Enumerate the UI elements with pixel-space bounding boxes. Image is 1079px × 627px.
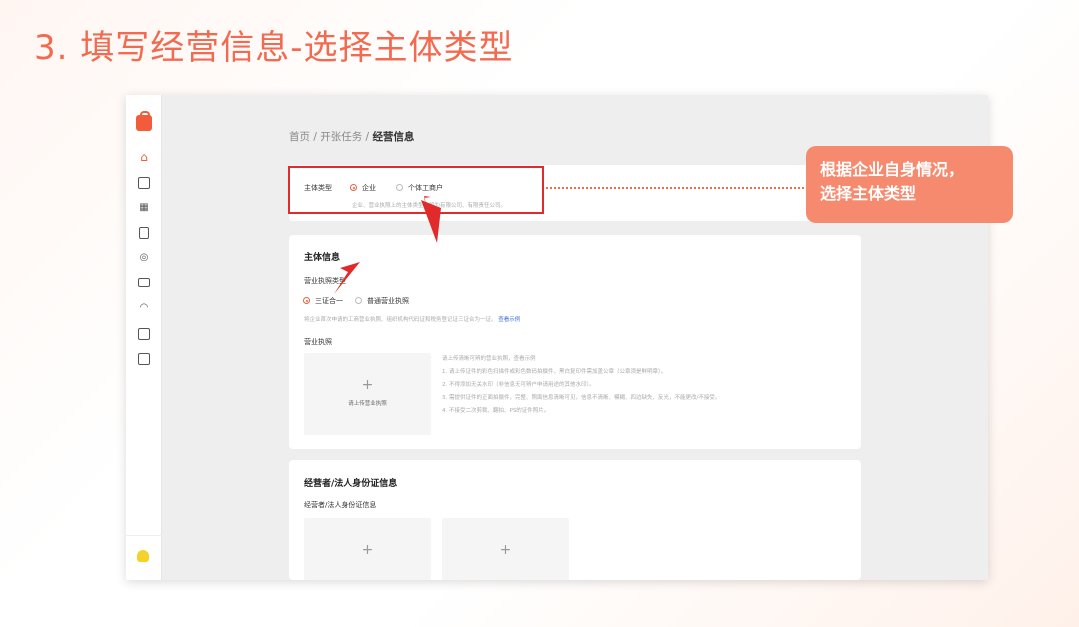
option-three-in-one-label[interactable]: 三证合一 — [315, 296, 343, 306]
headset-icon[interactable]: ◠ — [138, 302, 150, 314]
breadcrumb-separator: / — [362, 131, 373, 143]
radio-three-in-one[interactable] — [303, 297, 310, 304]
breadcrumb-separator: / — [310, 131, 321, 143]
image-icon[interactable] — [138, 353, 150, 365]
rule-item: 3. 需提供证件的正面拍摄件，完整、照面信息清晰可见，信息不清晰、模糊、四边缺失… — [442, 395, 721, 401]
callout-connector — [546, 187, 808, 189]
bell-icon[interactable] — [137, 550, 149, 562]
highlight-box — [288, 166, 544, 214]
upload-label: 请上传营业执照 — [348, 401, 387, 407]
breadcrumb: 首页 / 开张任务 / 经营信息 — [289, 129, 414, 144]
id-front-upload-box[interactable]: + — [304, 518, 431, 580]
breadcrumb-home[interactable]: 首页 — [289, 131, 310, 143]
sidebar-divider — [126, 535, 162, 536]
breadcrumb-task[interactable]: 开张任务 — [320, 131, 362, 143]
callout-line-2: 选择主体类型 — [820, 184, 917, 203]
license-label: 营业执照 — [304, 338, 332, 346]
option-ordinary-license-label[interactable]: 普通营业执照 — [367, 296, 409, 306]
location-icon[interactable]: ◎ — [138, 252, 150, 264]
plus-icon: + — [361, 377, 374, 393]
callout-line-1: 根据企业自身情况， — [820, 160, 965, 179]
license-upload-box[interactable]: + 请上传营业执照 — [304, 353, 431, 435]
video-icon[interactable] — [138, 278, 150, 287]
license-hint-text: 将企业首次申请的工商营业执照、组织机构代码证和税务登记证三证合为一证。 — [304, 317, 497, 323]
plus-icon: + — [361, 542, 374, 558]
document-icon[interactable] — [139, 227, 149, 239]
id-back-upload-box[interactable]: + — [442, 518, 569, 580]
grid-icon[interactable]: ▦ — [138, 202, 150, 214]
license-type-label: 营业执照类型 — [304, 277, 346, 285]
home-icon[interactable]: ⌂ — [138, 151, 150, 163]
breadcrumb-current: 经营信息 — [372, 131, 415, 143]
slide-title: 3. 填写经营信息-选择主体类型 — [34, 28, 514, 68]
legal-person-sub-label: 经营者/法人身份证信息 — [304, 501, 377, 509]
rules-title: 请上传清晰可辨的营业执照，查看示例 — [442, 356, 536, 362]
rule-item: 1. 请上传证件的彩色扫描件或彩色数码拍摄件，黑白复印件需加盖公章（公章须是鲜明… — [442, 369, 667, 375]
radio-ordinary-license[interactable] — [355, 297, 362, 304]
callout-box: 根据企业自身情况， 选择主体类型 — [806, 146, 1013, 223]
subject-info-title: 主体信息 — [304, 253, 341, 263]
rule-item: 4. 不接受二次剪裁、翻拍、PS的证件照片。 — [442, 408, 550, 414]
coupon-icon[interactable] — [138, 328, 150, 340]
plus-icon: + — [499, 542, 512, 558]
legal-person-title: 经营者/法人身份证信息 — [304, 479, 398, 489]
rule-item: 2. 不得添加无关水印（非信息无可辨户申请用途的其他水印）。 — [442, 382, 595, 388]
inbox-icon[interactable] — [138, 177, 150, 189]
sidebar: ⌂ ▦ ◎ ◠ — [126, 95, 162, 580]
view-example-link[interactable]: 查看示例 — [498, 317, 520, 323]
license-hint: 将企业首次申请的工商营业执照、组织机构代码证和税务登记证三证合为一证。 查看示例 — [304, 315, 520, 323]
shop-logo-icon — [136, 111, 152, 131]
